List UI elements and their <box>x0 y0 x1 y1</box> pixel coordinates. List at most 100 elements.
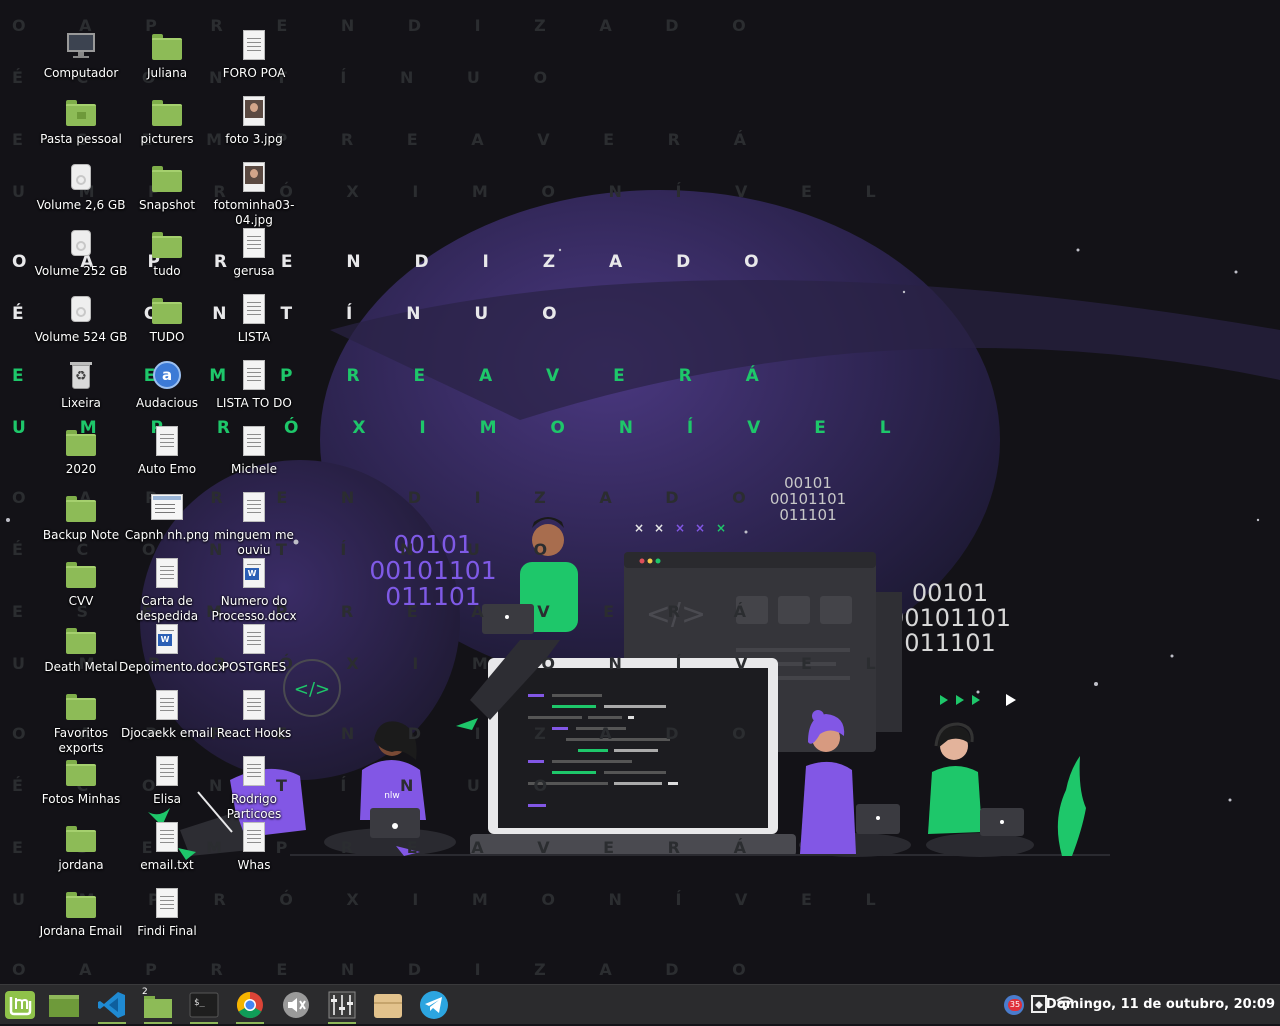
desktop-icon-label: minguem me ouviu <box>214 528 294 557</box>
desktop-icon-label: Auto Emo <box>137 462 197 476</box>
folder-icon <box>64 492 98 524</box>
desktop-icon-lista-to-do[interactable]: LISTA TO DO <box>206 360 302 411</box>
taskbar-mixer[interactable] <box>324 988 360 1024</box>
desktop-icon-label: tudo <box>153 264 181 278</box>
desktop-icon-death-metal[interactable]: Death Metal <box>33 624 129 675</box>
desktop-icon-auto-emo[interactable]: Auto Emo <box>119 426 215 477</box>
desktop-icon-label: Pasta pessoal <box>40 132 122 146</box>
folder-icon <box>150 30 184 62</box>
folder-icon <box>64 756 98 788</box>
desktop-icon-foro-poa[interactable]: FORO POA <box>206 30 302 81</box>
desktop-icon-label: Volume 524 GB <box>34 330 128 344</box>
desktop-icon-postgres[interactable]: POSTGRES <box>206 624 302 675</box>
taskbar-chrome[interactable] <box>232 988 268 1024</box>
desktop-icon-label: CVV <box>68 594 94 608</box>
desktop-icon-label: jordana <box>58 858 104 872</box>
document-icon <box>237 492 271 524</box>
desktop-icon-jordana-email[interactable]: Jordana Email <box>33 888 129 939</box>
computer-icon <box>64 30 98 62</box>
desktop-icon-label: Backup Note <box>42 528 120 542</box>
desktop-icon-findi-final[interactable]: Findi Final <box>119 888 215 939</box>
taskbar-telegram[interactable] <box>416 988 452 1022</box>
desktop-icon-volume-2-6gb[interactable]: Volume 2,6 GB <box>33 162 129 213</box>
desktop-icon-label: Juliana <box>146 66 188 80</box>
desktop-icon-fotos-minhas[interactable]: Fotos Minhas <box>33 756 129 807</box>
box-icon <box>374 994 402 1018</box>
clock[interactable]: Domingo, 11 de outubro, 20:09 <box>1046 997 1275 1012</box>
desktop-icon-depoimento-docx[interactable]: W Depoimento.docx <box>119 624 225 675</box>
desktop-icon-whas[interactable]: Whas <box>206 822 302 873</box>
document-icon <box>150 888 184 920</box>
desktop-icon-2020[interactable]: 2020 <box>33 426 129 477</box>
document-icon <box>237 294 271 326</box>
desktop-icon-picturers[interactable]: picturers <box>119 96 215 147</box>
desktop-icon-email-txt[interactable]: email.txt <box>119 822 215 873</box>
desktop-icon-label: Whas <box>237 858 271 872</box>
desktop-icon-numero-do-processo[interactable]: W Numero do Processo.docx <box>206 558 302 624</box>
folder-icon <box>150 228 184 260</box>
taskbar-vscode[interactable] <box>94 988 130 1024</box>
desktop-icon-foto-3-jpg[interactable]: foto 3.jpg <box>206 96 302 147</box>
desktop-icon-juliana[interactable]: Juliana <box>119 30 215 81</box>
taskbar-audio[interactable] <box>278 988 314 1022</box>
window-count: 2 <box>142 987 148 997</box>
document-icon <box>150 822 184 854</box>
folder-icon <box>64 690 98 722</box>
image-icon <box>237 96 271 128</box>
taskbar-files[interactable]: 2 <box>140 987 176 1024</box>
folder-icon <box>64 624 98 656</box>
taskbar-terminal[interactable]: $_ <box>186 988 222 1024</box>
desktop-icon-rodrigo-particoes[interactable]: Rodrigo Particoes <box>206 756 302 822</box>
folder-icon <box>64 558 98 590</box>
desktop-icon-label: Volume 252 GB <box>34 264 128 278</box>
mixer-icon <box>328 991 356 1019</box>
desktop-icon-label: Elisa <box>153 792 181 806</box>
folder-icon <box>64 426 98 458</box>
desktop-icon-tudo[interactable]: tudo <box>119 228 215 279</box>
desktop-icon-elisa[interactable]: Elisa <box>119 756 215 807</box>
desktop-icon-volume-524gb[interactable]: Volume 524 GB <box>33 294 129 345</box>
taskbar-storage[interactable] <box>370 988 406 1022</box>
desktop-icon-fotominha-jpg[interactable]: fotominha03-04.jpg <box>206 162 302 228</box>
document-icon <box>150 426 184 458</box>
desktop-icon-label: FORO POA <box>222 66 286 80</box>
desktop-icon-djocaekk-email[interactable]: Djocaekk email <box>119 690 215 741</box>
notification-button[interactable]: 35 <box>1002 993 1026 1021</box>
desktop-icon-label: LISTA TO DO <box>216 396 292 410</box>
desktop-icon-label: Volume 2,6 GB <box>36 198 126 212</box>
desktop-icon-capnh-nh-png[interactable]: Capnh nh.png <box>119 492 215 543</box>
desktop-icon-snapshot[interactable]: Snapshot <box>119 162 215 213</box>
desktop-icon-react-hooks[interactable]: React Hooks <box>206 690 302 741</box>
desktop-icon-favoritos-exports[interactable]: Favoritos exports <box>33 690 129 756</box>
desktop-icon-pasta-pessoal[interactable]: Pasta pessoal <box>33 96 129 147</box>
desktop-icon-lista[interactable]: LISTA <box>206 294 302 345</box>
desktop-icon-backup-note[interactable]: Backup Note <box>33 492 129 543</box>
show-desktop-icon <box>49 995 79 1017</box>
desktop-icon-cvv[interactable]: CVV <box>33 558 129 609</box>
desktop-icon-michele[interactable]: Michele <box>206 426 302 477</box>
word-document-icon: W <box>150 624 184 656</box>
document-icon <box>237 624 271 656</box>
desktop-icon-gerusa[interactable]: gerusa <box>206 228 302 279</box>
show-desktop-button[interactable] <box>46 988 82 1022</box>
desktop-icon-tudo-upper[interactable]: TUDO <box>119 294 215 345</box>
svg-text:$_: $_ <box>194 998 205 1008</box>
speaker-icon <box>283 992 309 1018</box>
desktop-icon-label: Lixeira <box>61 396 101 410</box>
desktop-icon-label: TUDO <box>149 330 185 344</box>
desktop-icon-lixeira[interactable]: ♻ Lixeira <box>33 360 129 411</box>
mint-menu-button[interactable] <box>2 988 38 1022</box>
desktop-icon-label: fotominha03-04.jpg <box>213 198 295 227</box>
desktop-icon-audacious[interactable]: a Audacious <box>119 360 215 411</box>
desktop-icon-label: 2020 <box>65 462 97 476</box>
desktop-icon-volume-252gb[interactable]: Volume 252 GB <box>33 228 129 279</box>
terminal-icon: $_ <box>189 992 219 1018</box>
desktop-icon-computador[interactable]: Computador <box>33 30 129 81</box>
folder-icon <box>150 96 184 128</box>
desktop-icon-carta-de-despedida[interactable]: Carta de despedida <box>119 558 215 624</box>
desktop-icon-jordana[interactable]: jordana <box>33 822 129 873</box>
home-folder-icon <box>64 96 98 128</box>
desktop-icon-label: Jordana Email <box>39 924 123 938</box>
document-icon <box>237 756 271 788</box>
desktop-icon-minguem-me-ouviu[interactable]: minguem me ouviu <box>206 492 302 558</box>
